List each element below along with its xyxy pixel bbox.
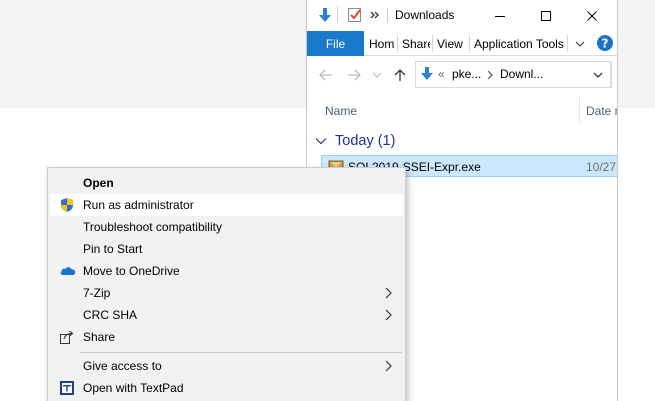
properties-checkmark-icon[interactable] [347,7,363,23]
window-title: Downloads [395,8,455,22]
breadcrumb-user[interactable]: pke... [452,67,481,81]
submenu-arrow-icon [384,287,392,299]
textpad-icon [59,380,75,396]
ribbon-tabs: File Hom Share View Application Tools ? [307,31,617,56]
refresh-area[interactable] [611,61,617,88]
breadcrumb-downloads[interactable]: Downl... [500,67,543,81]
back-arrow-icon[interactable] [317,66,335,84]
menu-item-label: Troubleshoot compatibility [83,220,222,234]
close-button[interactable] [569,0,615,31]
ribbon-divider [567,35,568,52]
address-overflow[interactable]: « [438,67,445,81]
address-dropdown-chevron-icon[interactable] [592,70,604,80]
breadcrumb-chevron-icon [486,69,494,80]
help-icon[interactable]: ? [596,34,614,52]
tab-application-tools[interactable]: Application Tools [472,31,566,56]
ribbon-expand-chevron-icon[interactable] [574,38,586,50]
recent-locations-chevron-icon[interactable] [371,66,383,84]
quick-access-overflow-icon[interactable] [369,7,381,23]
forward-arrow-icon[interactable] [345,66,363,84]
uac-shield-icon [59,197,75,213]
title-divider [387,8,388,23]
tab-view[interactable]: View [435,31,467,56]
menu-separator [80,352,402,353]
menu-item-label: Move to OneDrive [83,264,180,278]
column-name[interactable]: Name [325,104,357,118]
screen: Downloads File Hom Share View Applicatio… [0,0,655,401]
download-arrow-icon[interactable] [317,7,333,23]
file-date-modified: 10/27, [586,160,618,174]
menu-item-give-access-to[interactable]: Give access to [50,355,403,377]
menu-item-label: CRC SHA [83,308,138,322]
column-header: Name Date m [307,93,617,127]
up-arrow-icon[interactable] [391,66,409,84]
title-bar[interactable]: Downloads [307,0,617,31]
ribbon-divider [469,35,470,52]
context-menu: Open Run as administrator Troubleshoot c… [47,167,406,401]
menu-item-label: Share [83,330,116,344]
menu-item-troubleshoot-compatibility[interactable]: Troubleshoot compatibility [50,216,403,238]
menu-item-crc-sha[interactable]: CRC SHA [50,304,403,326]
ribbon-divider [397,35,398,52]
quick-access-divider [337,6,338,23]
menu-item-share[interactable]: Share [50,326,403,348]
address-bar[interactable]: « pke... Downl... [415,61,611,88]
navigation-bar: « pke... Downl... [307,56,617,93]
ribbon-divider [432,35,433,52]
menu-item-label: Open with TextPad [83,381,184,395]
column-date-modified[interactable]: Date m [586,104,617,118]
menu-item-open[interactable]: Open [50,172,403,194]
menu-item-7-zip[interactable]: 7-Zip [50,282,403,304]
minimize-button[interactable] [477,0,523,31]
menu-item-label: Run as administrator [83,198,194,212]
group-label: Today (1) [335,133,396,149]
column-divider[interactable] [579,97,580,123]
menu-item-run-as-administrator[interactable]: Run as administrator [50,194,403,216]
svg-text:?: ? [602,37,609,51]
tab-home[interactable]: Hom [367,31,395,56]
menu-item-pin-to-start[interactable]: Pin to Start [50,238,403,260]
menu-item-label: Open [83,176,114,190]
menu-item-label: Pin to Start [83,242,143,256]
menu-item-move-to-onedrive[interactable]: Move to OneDrive [50,260,403,282]
collapse-chevron-icon[interactable] [315,135,327,147]
menu-item-label: 7-Zip [83,286,111,300]
tab-file[interactable]: File [307,31,364,56]
menu-item-label: Give access to [83,359,162,373]
onedrive-cloud-icon [59,263,76,279]
submenu-arrow-icon [384,309,392,321]
menu-item-open-with-textpad[interactable]: Open with TextPad [50,377,403,399]
submenu-arrow-icon [384,360,392,372]
share-icon [59,329,75,345]
maximize-button[interactable] [523,0,569,31]
tab-share[interactable]: Share [400,31,430,56]
downloads-folder-icon [420,67,434,81]
group-header-today[interactable]: Today (1) [315,131,395,151]
